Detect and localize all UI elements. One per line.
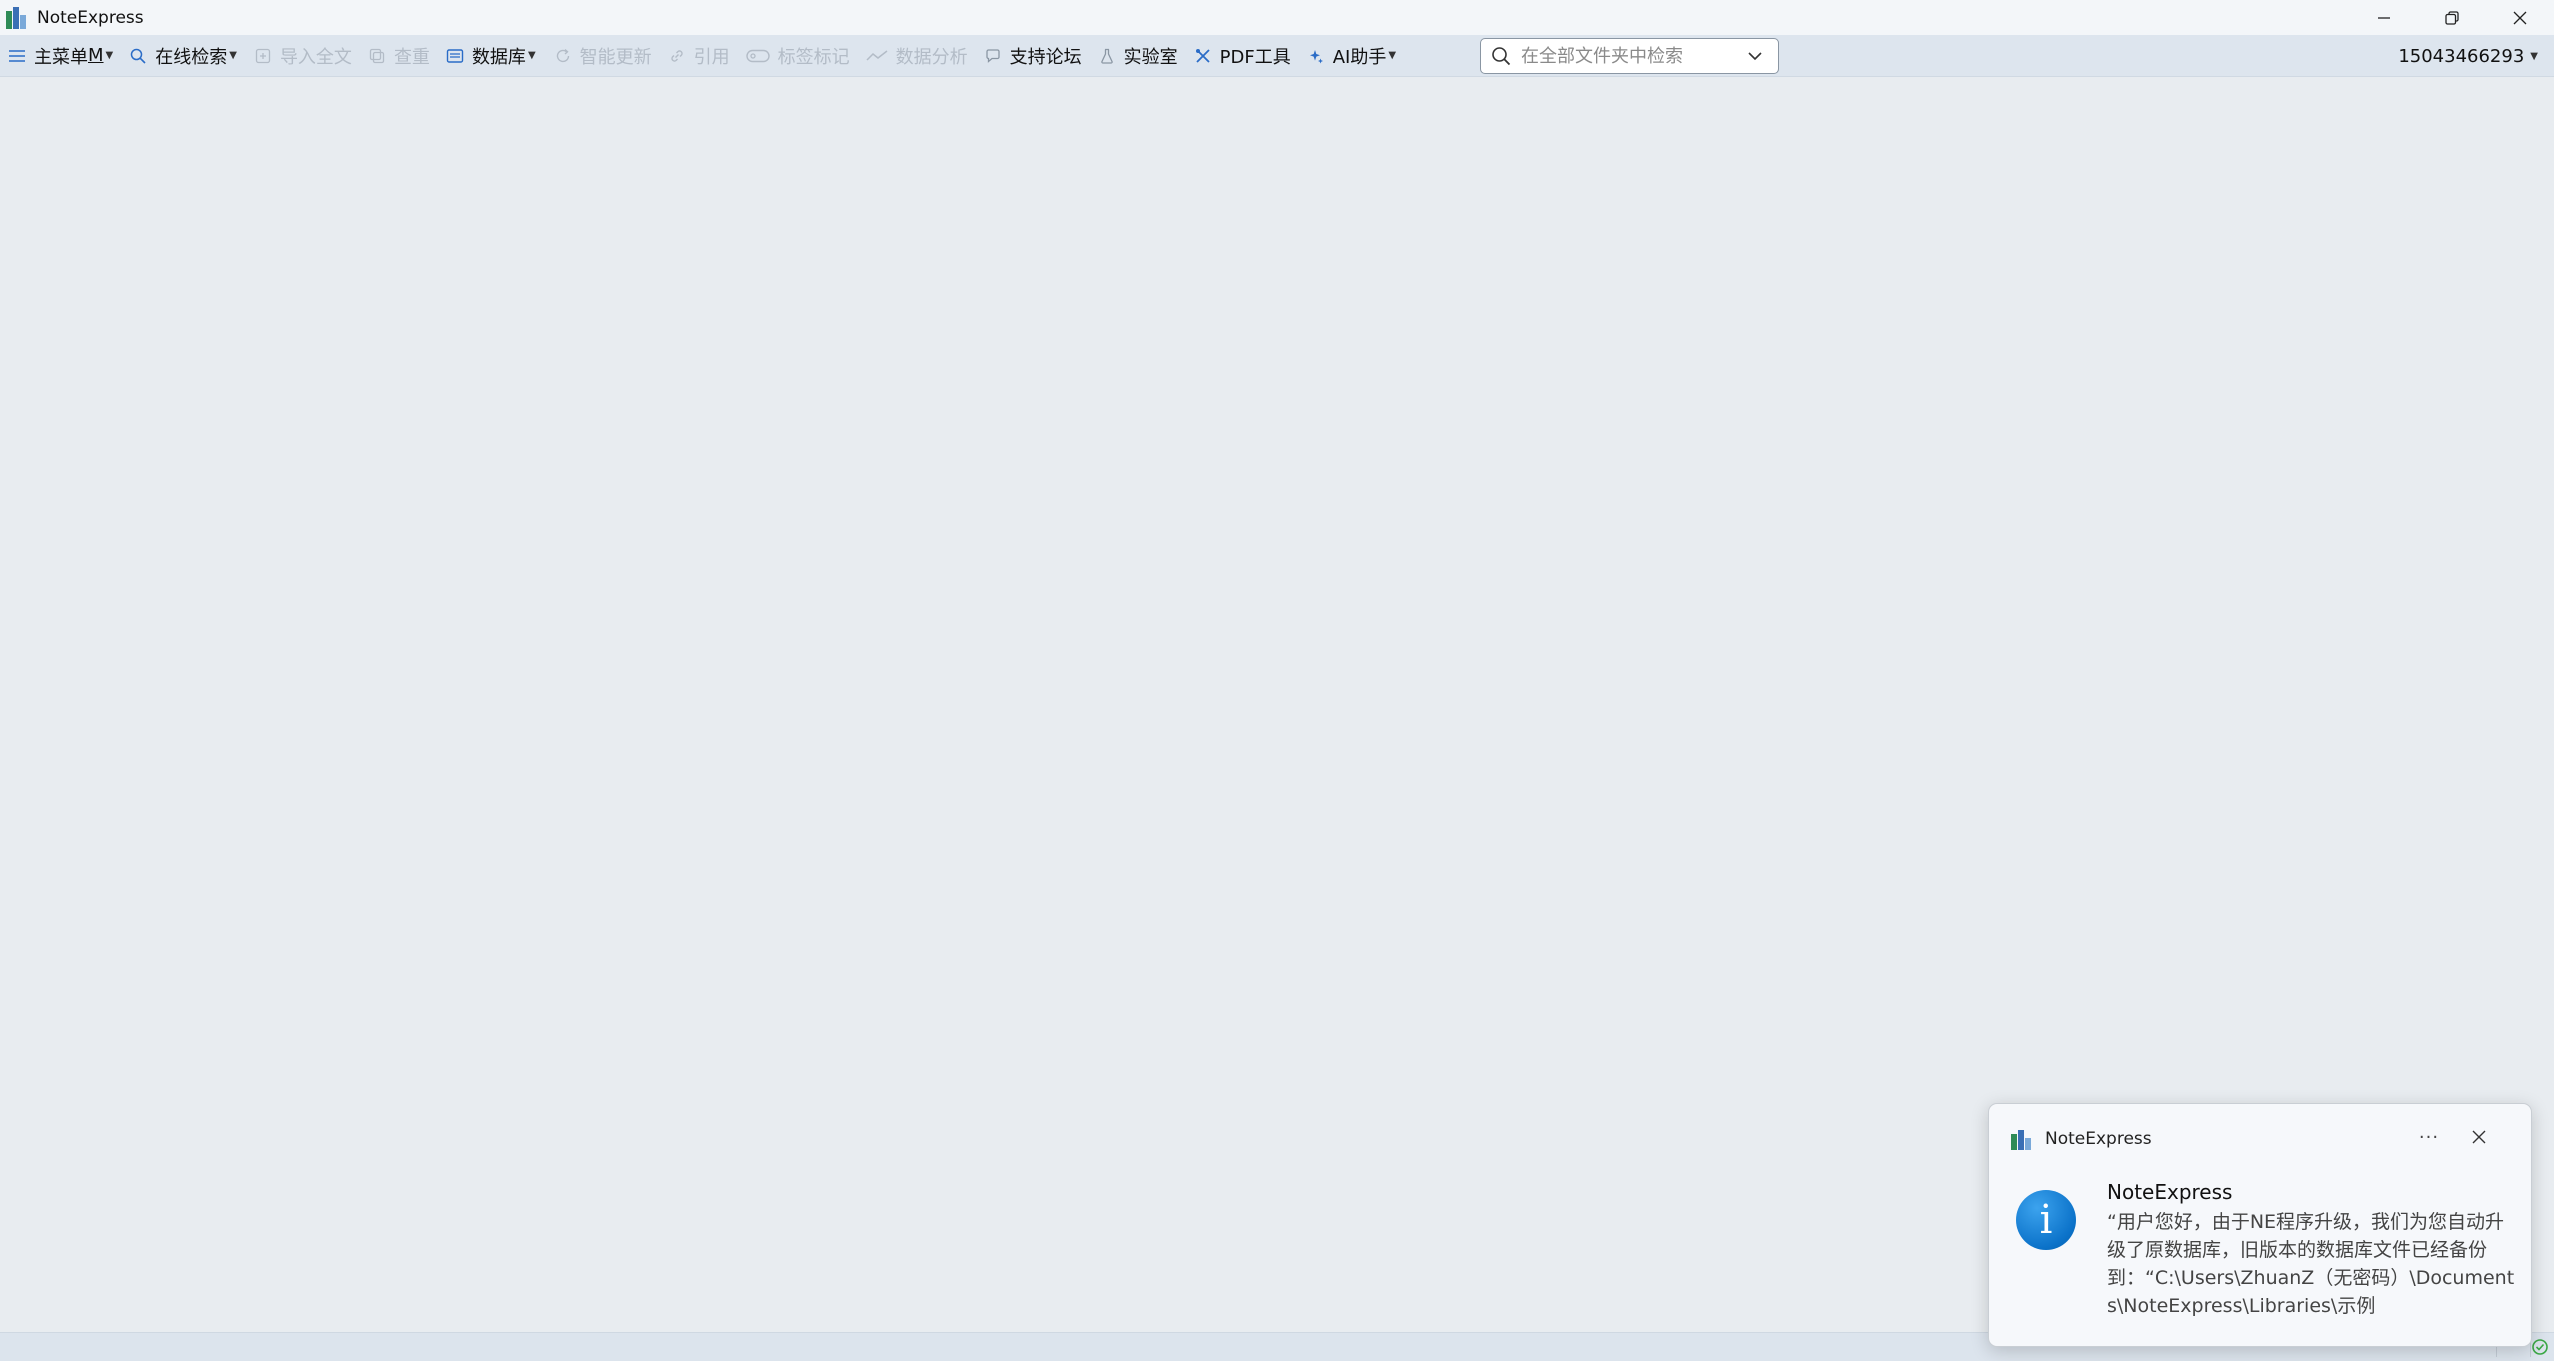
title-bar: NoteExpress (0, 0, 2554, 35)
window-title: NoteExpress (37, 7, 144, 28)
smart-update-button[interactable]: 智能更新 (554, 35, 652, 77)
pdf-tools-label: PDF工具 (1219, 46, 1291, 68)
notification-close-button[interactable] (2459, 1120, 2499, 1154)
data-analysis-label: 数据分析 (895, 46, 968, 68)
import-fulltext-label: 导入全文 (279, 46, 352, 68)
main-toolbar: 主菜单 M ▼ 在线检索 ▼ 导入全文 查重 数据库 ▼ 智能更新 引用 标签标… (0, 35, 2554, 77)
import-fulltext-button[interactable]: 导入全文 (254, 35, 352, 77)
tools-icon (1194, 47, 1212, 65)
hamburger-menu-icon (8, 47, 26, 65)
chevron-down-icon: ▼ (527, 50, 536, 61)
search-scope-dropdown-icon[interactable] (1746, 47, 1764, 69)
flask-icon (1098, 47, 1116, 65)
database-label: 数据库 (471, 46, 526, 68)
sparkle-icon (1307, 47, 1325, 65)
support-forum-button[interactable]: 支持论坛 (984, 35, 1082, 77)
tag-icon (745, 47, 770, 65)
duplicate-icon (368, 47, 386, 65)
close-icon (2513, 11, 2527, 24)
chevron-down-icon: ▼ (229, 50, 237, 61)
database-button[interactable]: 数据库 ▼ (446, 35, 536, 77)
notification-header: NoteExpress (2011, 1124, 2152, 1154)
online-search-button[interactable]: 在线检索 ▼ (129, 35, 237, 77)
link-icon (668, 47, 686, 65)
smart-update-label: 智能更新 (579, 46, 652, 68)
find-duplicates-button[interactable]: 查重 (368, 35, 430, 77)
notification-app-name: NoteExpress (2045, 1129, 2152, 1149)
chevron-down-icon: ▼ (1388, 50, 1397, 61)
main-menu-accel: M (88, 45, 104, 66)
tag-mark-button[interactable]: 标签标记 (745, 35, 850, 77)
import-icon (254, 47, 272, 65)
search-icon (129, 47, 147, 65)
minimize-icon (2378, 16, 2390, 19)
sync-status-icon[interactable] (2532, 1339, 2548, 1355)
data-analysis-button[interactable]: 数据分析 (866, 35, 968, 77)
support-forum-label: 支持论坛 (1009, 46, 1082, 68)
upgrade-notification[interactable]: NoteExpress ··· i NoteExpress “用户您好，由于NE… (1988, 1103, 2532, 1347)
restore-button[interactable] (2418, 0, 2486, 35)
tag-mark-label: 标签标记 (777, 46, 850, 68)
trend-icon (866, 47, 888, 65)
info-icon: i (2016, 1190, 2076, 1250)
lab-label: 实验室 (1123, 46, 1178, 68)
chat-icon (984, 47, 1002, 65)
user-account-menu[interactable]: 15043466293 ▼ (2398, 35, 2538, 77)
lab-button[interactable]: 实验室 (1098, 35, 1178, 77)
main-menu-button[interactable]: 主菜单 M ▼ (8, 35, 113, 77)
find-duplicates-label: 查重 (393, 46, 430, 68)
chevron-down-icon: ▼ (105, 50, 114, 61)
noteexpress-logo-icon (2011, 1128, 2033, 1150)
chevron-down-icon: ▼ (2530, 50, 2538, 62)
cite-label: 引用 (693, 46, 730, 68)
cite-button[interactable]: 引用 (668, 35, 730, 77)
database-icon (446, 47, 464, 65)
noteexpress-logo-icon (6, 6, 28, 29)
window-controls (2350, 0, 2554, 35)
refresh-icon (554, 47, 572, 65)
close-window-button[interactable] (2486, 0, 2554, 35)
restore-icon (2445, 10, 2459, 25)
close-icon (2472, 1130, 2486, 1144)
search-icon (1491, 45, 1513, 67)
notification-title: NoteExpress (2107, 1180, 2233, 1204)
folder-search-box[interactable] (1480, 38, 1779, 74)
main-menu-label: 主菜单 (34, 46, 88, 68)
minimize-button[interactable] (2350, 0, 2418, 35)
online-search-label: 在线检索 (155, 46, 228, 68)
notification-body: “用户您好，由于NE程序升级，我们为您自动升级了原数据库，旧版本的数据库文件已经… (2107, 1211, 2515, 1317)
notification-more-button[interactable]: ··· (2409, 1120, 2449, 1154)
pdf-tools-button[interactable]: PDF工具 (1194, 35, 1291, 77)
user-account-label: 15043466293 (2398, 45, 2525, 67)
search-input[interactable] (1521, 45, 1741, 67)
ai-assistant-label: AI助手 (1332, 46, 1387, 68)
ai-assistant-button[interactable]: AI助手 ▼ (1307, 35, 1396, 77)
